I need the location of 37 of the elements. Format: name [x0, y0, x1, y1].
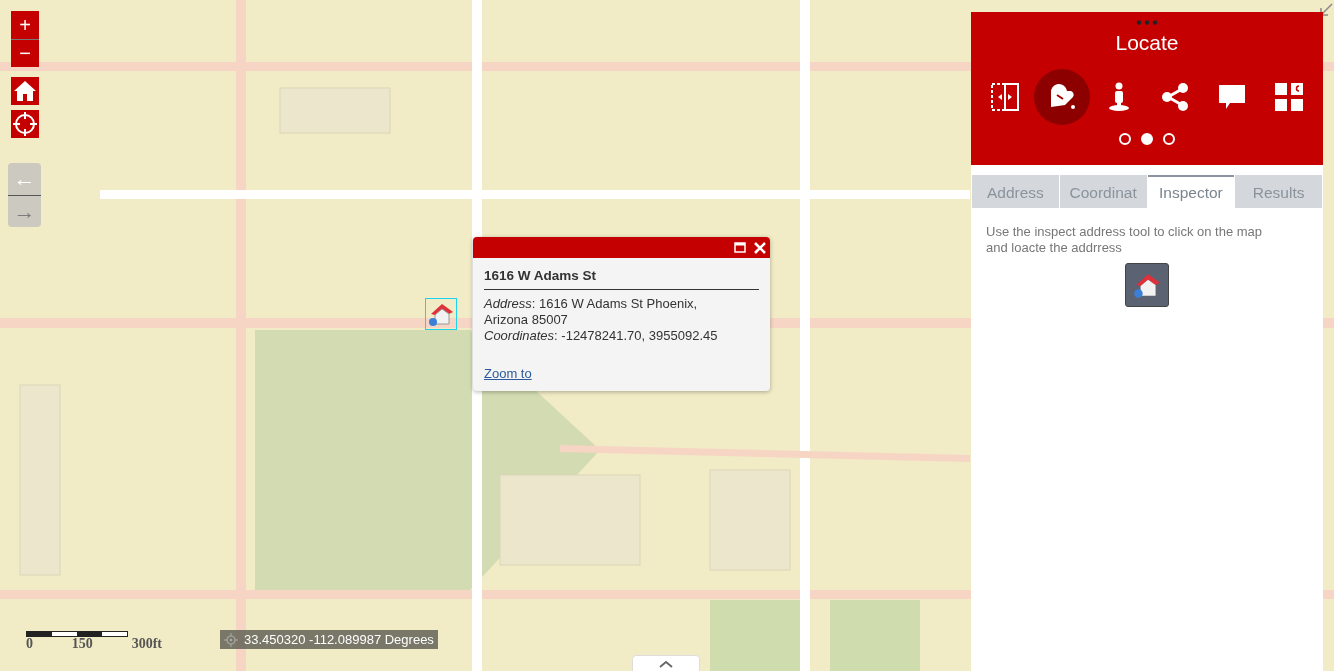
tab[interactable]: Coordinat	[1059, 175, 1147, 208]
maximize-icon[interactable]	[734, 242, 746, 253]
tab[interactable]: Results	[1235, 175, 1322, 208]
coordinate-text: 33.450320 -112.089987 Degrees	[244, 632, 434, 647]
page-dot[interactable]	[1141, 133, 1153, 145]
popup-text: Address: 1616 W Adams St Phoenix,	[484, 296, 699, 312]
inspect-address-button[interactable]	[1125, 263, 1169, 307]
comment-icon	[1218, 83, 1247, 111]
zoom-out-button[interactable]: −	[11, 39, 39, 67]
home-icon	[13, 80, 37, 102]
instruction-text: Use the inspect address tool to click on the map and loacte the addrress	[986, 224, 1264, 256]
chevron-up-icon	[659, 660, 673, 668]
crosshair-icon	[13, 112, 37, 136]
back-button[interactable]: ←	[8, 163, 41, 195]
drag-handle-icon[interactable]	[1136, 20, 1158, 25]
swipe-icon	[990, 83, 1019, 111]
page-dot[interactable]	[1163, 133, 1175, 145]
zoom-to-link[interactable]: Zoom to	[484, 366, 532, 381]
home-button[interactable]	[11, 77, 39, 105]
tab[interactable]: Address	[972, 175, 1059, 208]
grid-icon	[1275, 83, 1304, 111]
share-icon	[1161, 83, 1190, 111]
locate-button[interactable]	[11, 110, 39, 138]
person-figure-icon	[1106, 82, 1131, 112]
popup-title: 1616 W Adams St	[484, 268, 759, 290]
scale-label: 150	[71, 637, 93, 651]
popup-text: Coordinates: -12478241.70, 3955092.45	[484, 328, 719, 344]
scale-label: 300ft	[131, 637, 162, 651]
scale-label: 0	[26, 637, 33, 651]
house-marker-icon[interactable]	[425, 298, 457, 330]
resize-icon[interactable]	[1318, 2, 1334, 18]
page-dot[interactable]	[1119, 133, 1131, 145]
zoom-in-button[interactable]: +	[11, 11, 39, 39]
close-icon[interactable]	[754, 241, 766, 254]
panel-title: Locate	[1115, 31, 1179, 55]
expand-tab[interactable]	[632, 655, 700, 671]
popup-text: Arizona 85007	[484, 312, 569, 328]
